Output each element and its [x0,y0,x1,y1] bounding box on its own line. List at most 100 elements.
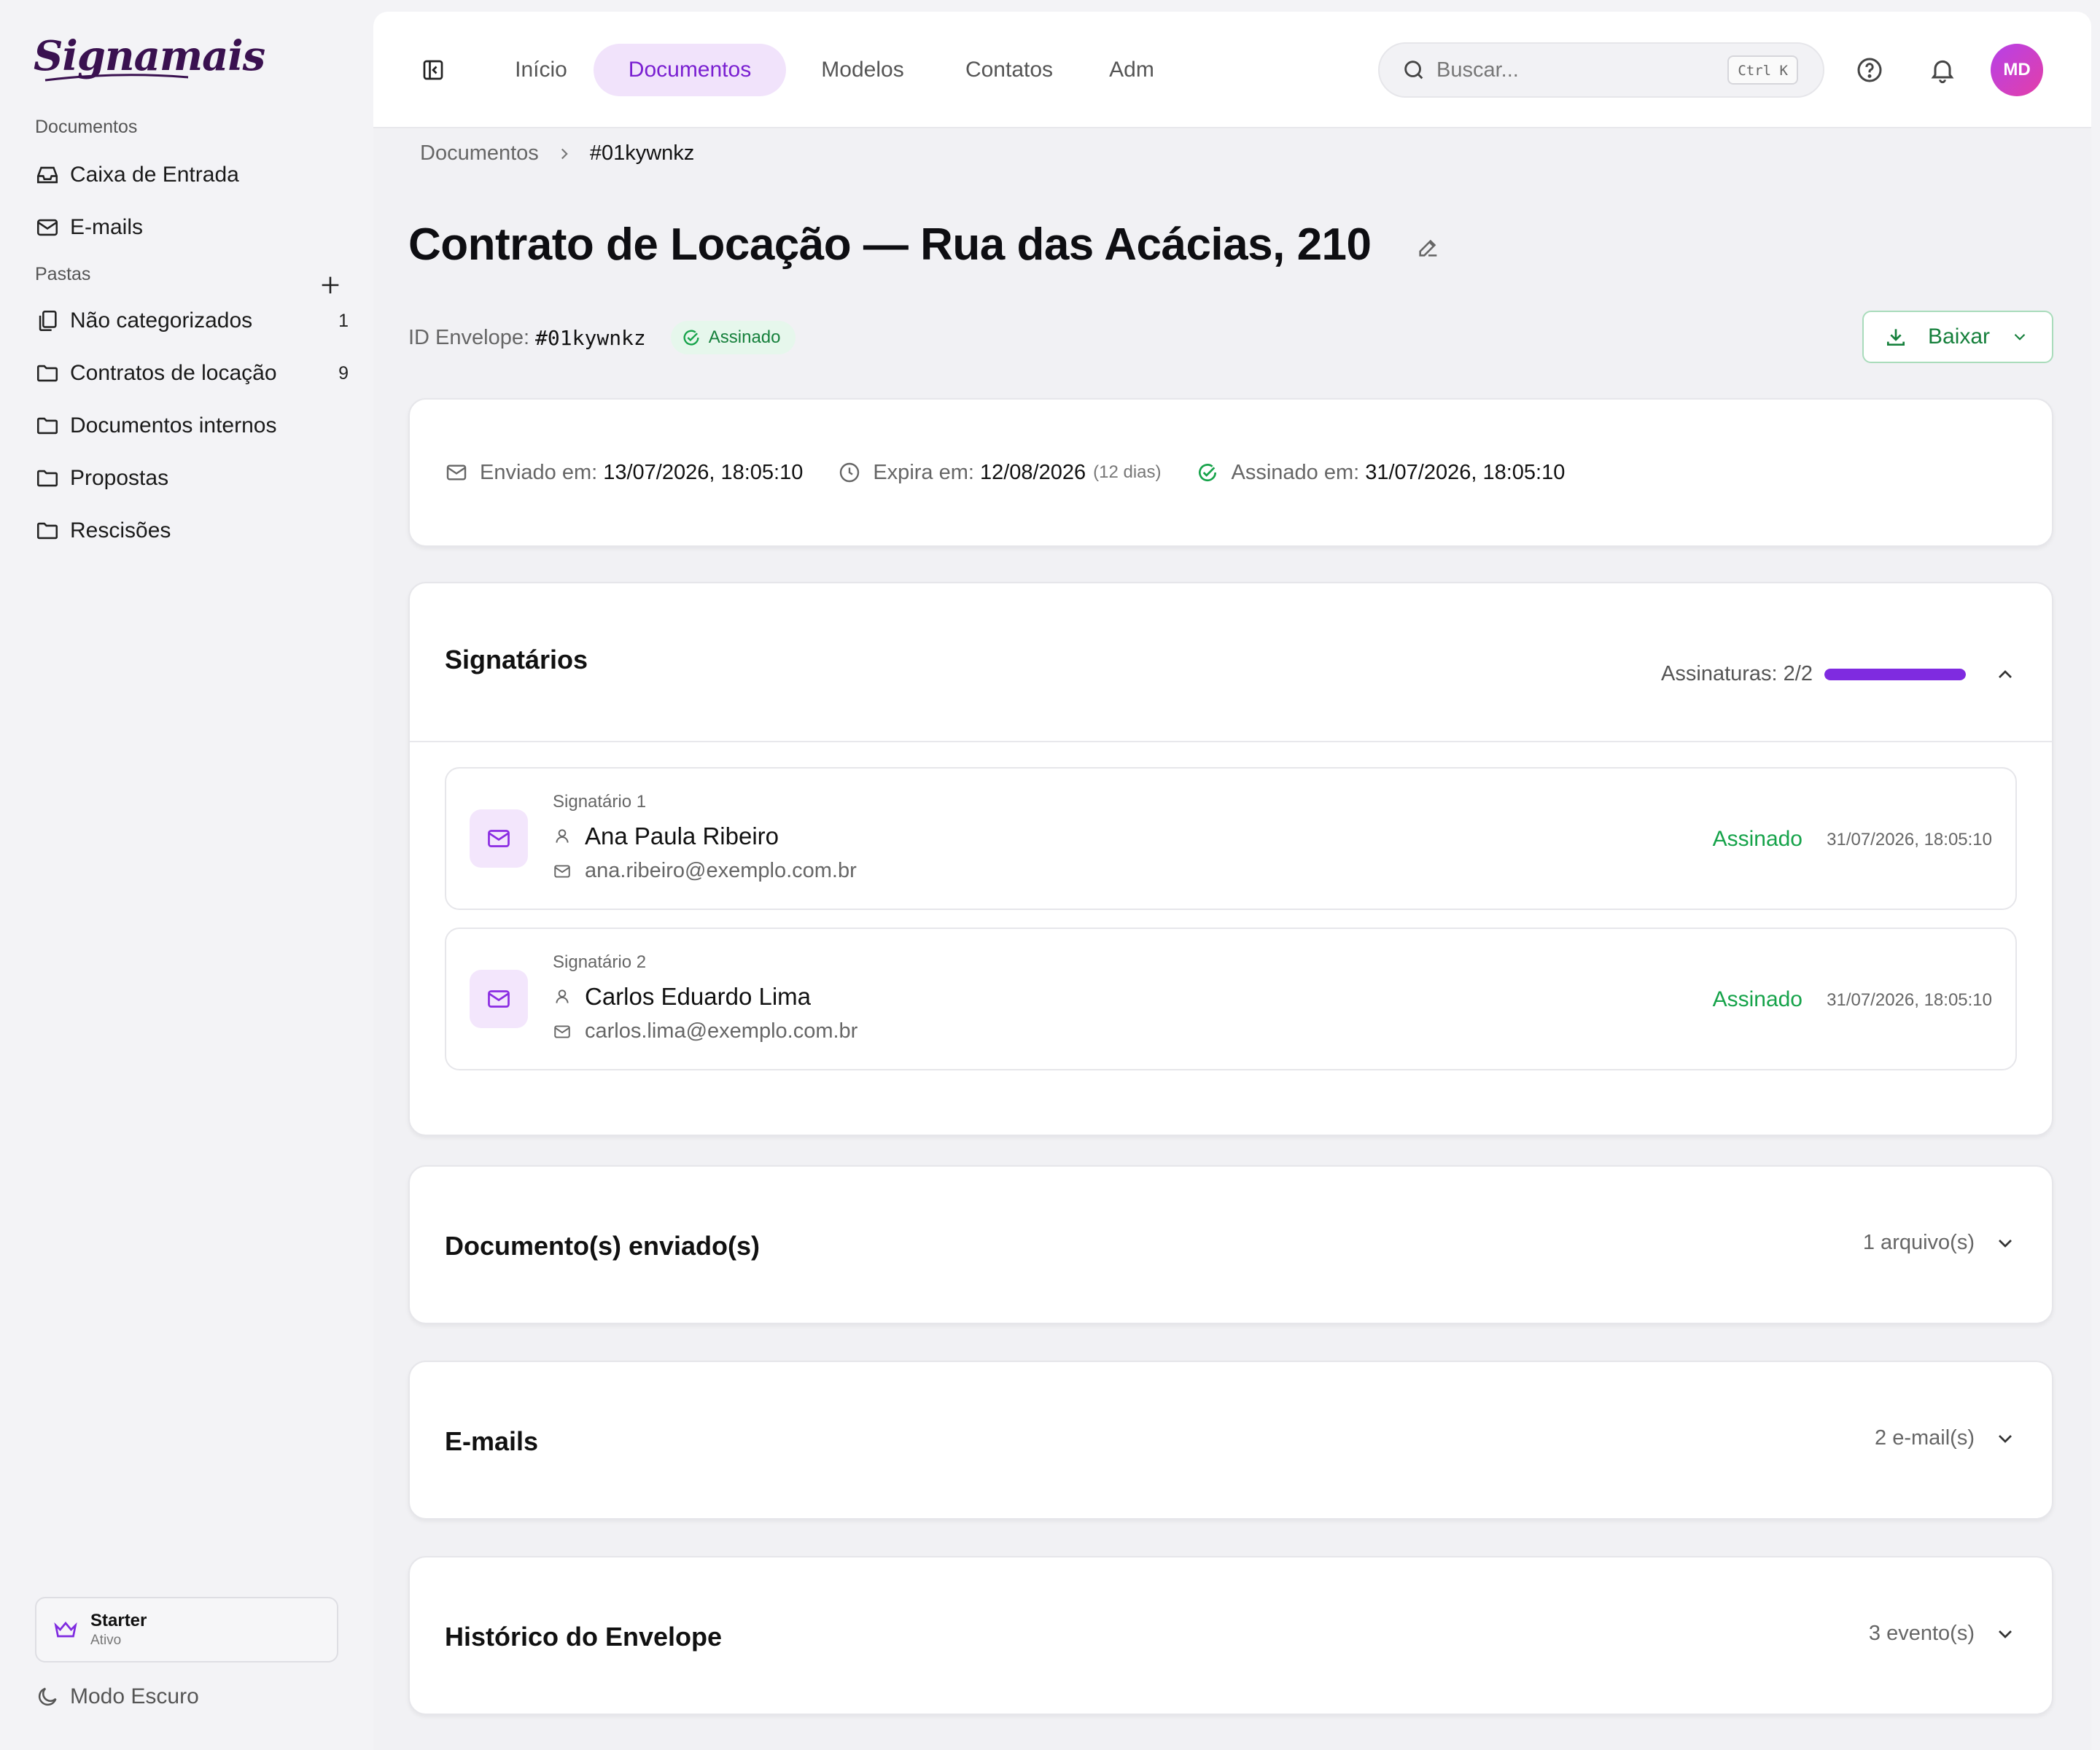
signer-status: Assinado [1712,827,1802,851]
signer-email: ana.ribeiro@exemplo.com.br [553,859,857,883]
dates-card: Enviado em: 13/07/2026, 18:05:10 Expira … [408,398,2053,547]
progress-bar [1824,668,1966,680]
tab-adm[interactable]: Adm [1088,44,1175,96]
sent-value: 13/07/2026, 18:05:10 [603,460,804,484]
sidebar-item-label: Rescisões [70,518,171,542]
progress-bar-fill [1824,668,1966,680]
help-icon[interactable] [1855,55,1884,85]
signatories-title: Signatários [445,645,588,674]
envelope-history-section[interactable]: Histórico do Envelope 3 evento(s) [408,1556,2053,1715]
signer-channel [470,809,528,868]
status-badge-label: Assinado [708,327,781,347]
mail-icon [488,830,510,847]
check-circle-icon [1199,464,1217,482]
envelope-info: ID Envelope: #01kywnkz Assinado [408,321,796,354]
sidebar-item-label: Caixa de Entrada [70,163,239,187]
sidebar-folder-uncategorized[interactable]: Não categorizados 1 [35,300,349,341]
sidebar-folder-terminations[interactable]: Rescisões [35,510,349,551]
section-count: 3 evento(s) [1868,1622,1975,1645]
sidebar-item-emails[interactable]: E-mails [35,207,349,248]
section-title: Documento(s) enviado(s) [445,1231,761,1261]
dark-mode-toggle[interactable]: Modo Escuro [35,1684,199,1709]
check-circle-icon [683,330,699,346]
mail-icon [554,1024,570,1038]
signer-row[interactable]: Signatário 1 Ana Paula Ribeiro ana.ribei… [445,767,2017,910]
signer-name-text: Carlos Eduardo Lima [585,983,811,1010]
expires-date: Expira em: 12/08/2026 (12 dias) [838,461,1161,485]
sidebar: Signamais Documentos Caixa de Entrada E-… [0,0,372,1750]
crown-icon [54,1621,77,1638]
chevron-down-icon[interactable] [1994,1232,2017,1255]
breadcrumb-parent[interactable]: Documentos [420,141,539,166]
plan-status: Ativo [90,1633,122,1648]
sidebar-folder-proposals[interactable]: Propostas [35,458,349,499]
envelope-id-label: ID Envelope: [408,325,530,349]
plan-name: Starter [90,1611,147,1630]
collapse-sidebar-icon[interactable] [420,57,446,83]
inbox-icon [36,166,58,184]
documents-section-label: Documentos [35,117,138,137]
search-input[interactable]: Buscar... Ctrl K [1378,42,1824,98]
signer-channel [470,970,528,1028]
signer-label: Signatário 2 [553,952,647,972]
signer-signed-at: 31/07/2026, 18:05:10 [1827,830,1992,849]
section-meta: 3 evento(s) [1869,1622,2017,1646]
signatories-card: Signatários Assinaturas: 2/2 Signatário … [408,582,2053,1136]
signed-date: Assinado em: 31/07/2026, 18:05:10 [1196,461,1565,485]
sidebar-folder-internal-documents[interactable]: Documentos internos [35,405,349,446]
chevron-down-icon[interactable] [1994,1622,2017,1646]
section-meta: 1 arquivo(s) [1863,1231,2017,1255]
chevron-down-icon [2014,333,2026,341]
folder-icon [36,522,58,540]
mail-icon [446,464,467,481]
chevron-down-icon[interactable] [1994,1427,2017,1450]
status-badge: Assinado [670,321,796,354]
signatures-progress: Assinaturas: 2/2 [1661,662,2017,686]
expires-value: 12/08/2026 [979,460,1086,484]
tab-documentos[interactable]: Documentos [594,44,786,96]
tab-contatos[interactable]: Contatos [942,44,1076,96]
sidebar-item-label: Documentos internos [70,413,277,438]
section-title: E-mails [445,1426,539,1456]
signer-name: Ana Paula Ribeiro [553,822,779,850]
download-icon [1887,329,1905,346]
download-label: Baixar [1928,324,1991,349]
signed-label: Assinado em: [1231,460,1360,484]
folder-icon [36,417,58,435]
download-button[interactable]: Baixar [1862,311,2053,363]
expires-label: Expira em: [873,460,974,484]
signer-label: Signatário 1 [553,792,647,812]
signer-name: Carlos Eduardo Lima [553,983,811,1011]
top-navigation: Início Documentos Modelos Contatos Adm B… [373,12,2091,128]
plan-card[interactable]: Starter Ativo [35,1597,338,1662]
search-shortcut: Ctrl K [1727,55,1798,85]
sent-date: Enviado em: 13/07/2026, 18:05:10 [445,461,803,485]
sidebar-folder-rental-contracts[interactable]: Contratos de locação 9 [35,353,349,394]
edit-title-icon[interactable] [1416,235,1441,260]
add-folder-icon[interactable] [318,273,343,298]
signer-email: carlos.lima@exemplo.com.br [553,1019,858,1043]
sent-label: Enviado em: [480,460,598,484]
mail-icon [36,219,58,236]
emails-section[interactable]: E-mails 2 e-mail(s) [408,1361,2053,1520]
sidebar-item-inbox[interactable]: Caixa de Entrada [35,155,349,195]
signer-row[interactable]: Signatário 2 Carlos Eduardo Lima carlos.… [445,928,2017,1070]
sent-documents-section[interactable]: Documento(s) enviado(s) 1 arquivo(s) [408,1165,2053,1324]
signer-signed-at: 31/07/2026, 18:05:10 [1827,990,1992,1010]
page-title: Contrato de Locação — Rua das Acácias, 2… [408,219,1372,270]
tab-modelos[interactable]: Modelos [798,44,928,96]
moon-icon [38,1687,57,1706]
bell-icon[interactable] [1928,55,1957,85]
chevron-up-icon[interactable] [1994,663,2017,686]
folders-section-label: Pastas [35,264,91,284]
main-panel: Início Documentos Modelos Contatos Adm B… [373,12,2091,1750]
avatar[interactable]: MD [1991,44,2043,96]
divider [410,741,2052,742]
tab-inicio[interactable]: Início [490,44,592,96]
sidebar-item-label: Propostas [70,466,169,490]
signer-email-text: ana.ribeiro@exemplo.com.br [585,859,857,882]
signed-value: 31/07/2026, 18:05:10 [1365,460,1566,484]
signer-email-text: carlos.lima@exemplo.com.br [585,1019,858,1043]
folder-count: 9 [338,362,349,384]
expires-note: (12 dias) [1093,462,1162,482]
